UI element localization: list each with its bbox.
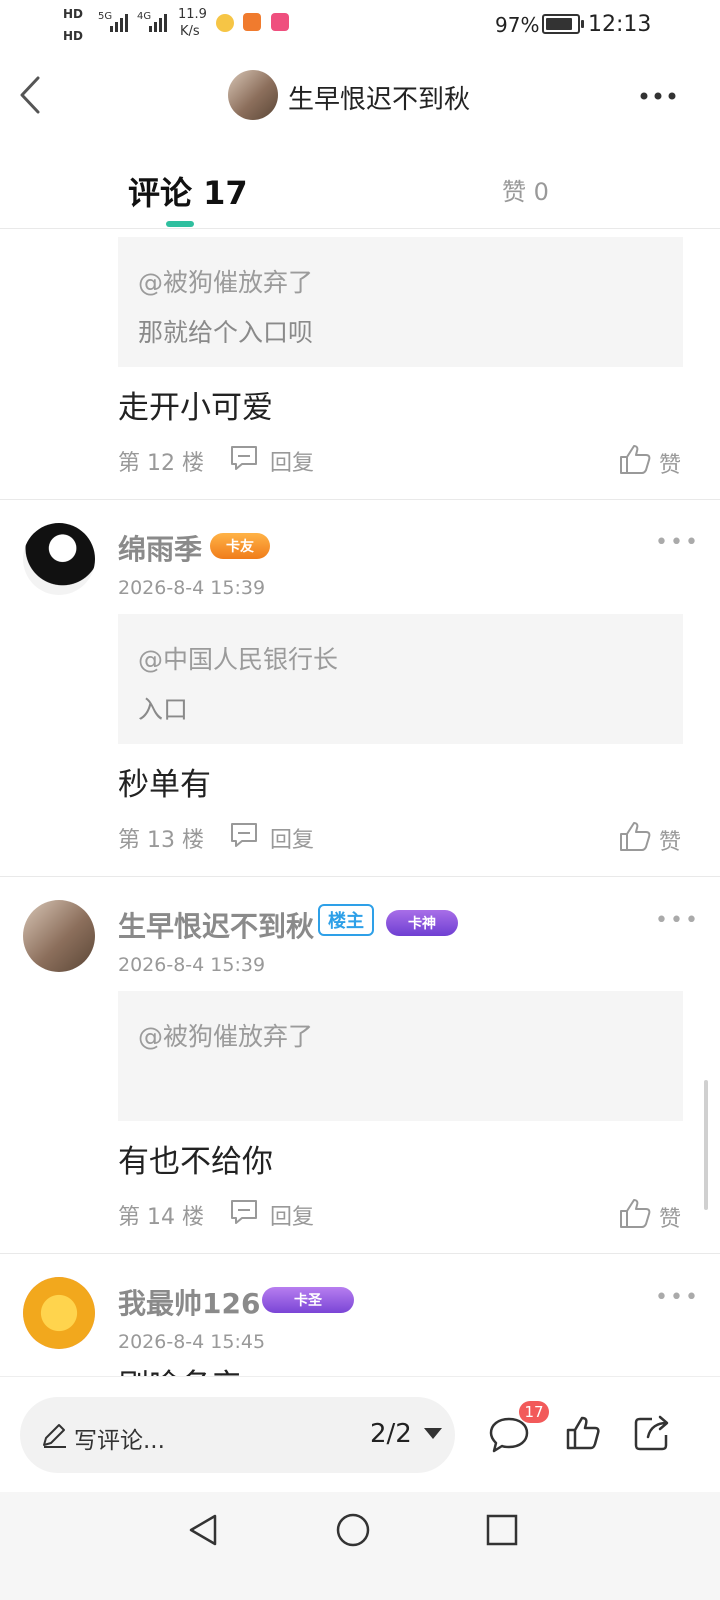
quote-text: 那就给个入口呗: [138, 318, 314, 347]
comment-input[interactable]: 写评论... 2/2: [20, 1397, 455, 1473]
tab-likes[interactable]: 赞 0: [502, 172, 549, 207]
reply-icon[interactable]: [228, 1198, 260, 1226]
comment-count-badge: 17: [519, 1401, 549, 1423]
battery-percent: 97%: [495, 13, 540, 37]
more-options-icon[interactable]: [638, 90, 678, 102]
notification-app-icon-2: [243, 13, 261, 31]
quote-mention[interactable]: @被狗催放弃了: [138, 1017, 313, 1053]
share-icon[interactable]: [632, 1413, 672, 1453]
owner-badge: 楼主: [318, 904, 374, 936]
quote-mention[interactable]: @中国人民银行长: [138, 640, 338, 676]
chevron-down-icon[interactable]: [424, 1428, 442, 1440]
like-button[interactable]: 赞: [659, 824, 681, 856]
reply-icon[interactable]: [228, 444, 260, 472]
comment-more-icon[interactable]: •••: [655, 530, 700, 555]
quoted-comment[interactable]: @中国人民银行长 入口: [118, 614, 683, 744]
reply-button[interactable]: 回复: [270, 1199, 314, 1231]
rank-badge: 卡圣: [262, 1287, 354, 1313]
page-title: 生早恨迟不到秋: [288, 85, 471, 115]
page-indicator[interactable]: 2/2: [370, 1419, 412, 1449]
net-speed-value: 11.9: [178, 7, 207, 22]
nav-back-icon[interactable]: [185, 1512, 221, 1548]
user-avatar[interactable]: [23, 1277, 95, 1349]
notification-app-icon-3: [271, 13, 289, 31]
top-header: 生早恨迟不到秋: [0, 50, 720, 142]
net-speed-unit: K/s: [180, 24, 200, 39]
comment-divider: [0, 876, 720, 877]
hd-indicator-2: HD: [63, 29, 84, 43]
username[interactable]: 我最帅126: [118, 1282, 260, 1322]
username[interactable]: 生早恨迟不到秋: [118, 905, 314, 945]
hd-indicator-1: HD: [63, 7, 84, 21]
like-thumb-icon[interactable]: [618, 1197, 652, 1229]
comment-content: 有也不给你: [118, 1144, 273, 1180]
status-bar: HD HD 5G 4G 11.9 K/s 97% 12:13: [0, 0, 720, 50]
pencil-icon: [43, 1424, 66, 1448]
clock: 12:13: [588, 12, 652, 37]
comment-more-icon[interactable]: •••: [655, 1285, 700, 1310]
rank-badge: 卡友: [210, 533, 270, 559]
comment-time: 2026-8-4 15:39: [118, 577, 266, 599]
comment-more-icon[interactable]: •••: [655, 908, 700, 933]
reply-button[interactable]: 回复: [270, 822, 314, 854]
comment-time: 2026-8-4 15:39: [118, 954, 266, 976]
like-icon[interactable]: [565, 1415, 601, 1451]
reply-icon[interactable]: [228, 821, 260, 849]
nav-recents-icon[interactable]: [485, 1513, 519, 1547]
comment-input-placeholder[interactable]: 写评论...: [74, 1421, 165, 1455]
tabs-divider: [0, 228, 720, 229]
bottom-action-bar: 写评论... 2/2 17: [0, 1376, 720, 1493]
battery-icon: [542, 14, 584, 34]
rank-badge: 卡神: [386, 910, 458, 936]
floor-number: 第 14 楼: [118, 1205, 204, 1230]
signal-icon-2: [149, 14, 167, 32]
comment-time: 2026-8-4 15:45: [118, 1331, 266, 1353]
quoted-comment[interactable]: @被狗催放弃了 那就给个入口呗: [118, 237, 683, 367]
like-thumb-icon[interactable]: [618, 443, 652, 475]
comment-content: 秒单有: [118, 767, 211, 803]
user-avatar[interactable]: [23, 523, 95, 595]
tab-comments[interactable]: 评论 17: [128, 168, 248, 214]
like-button[interactable]: 赞: [659, 447, 681, 479]
comment-divider: [0, 499, 720, 500]
comment-content: 走开小可爱: [118, 390, 273, 426]
signal-icon: [110, 14, 128, 32]
floor-number: 第 13 楼: [118, 828, 204, 853]
quote-text: 入口: [138, 695, 189, 724]
like-button[interactable]: 赞: [659, 1201, 681, 1233]
quote-mention[interactable]: @被狗催放弃了: [138, 263, 313, 299]
username[interactable]: 绵雨季: [118, 528, 202, 568]
floor-number: 第 12 楼: [118, 451, 204, 476]
comment-divider: [0, 1253, 720, 1254]
back-arrow-icon[interactable]: [16, 74, 46, 116]
tab-active-indicator: [166, 221, 194, 227]
nav-home-icon[interactable]: [335, 1512, 371, 1548]
author-avatar[interactable]: [228, 70, 278, 120]
quoted-comment[interactable]: @被狗催放弃了: [118, 991, 683, 1121]
notification-app-icon-1: [216, 14, 234, 32]
like-thumb-icon[interactable]: [618, 820, 652, 852]
system-nav-bar: [0, 1492, 720, 1600]
scrollbar[interactable]: [704, 1080, 708, 1210]
user-avatar[interactable]: [23, 900, 95, 972]
reply-button[interactable]: 回复: [270, 445, 314, 477]
